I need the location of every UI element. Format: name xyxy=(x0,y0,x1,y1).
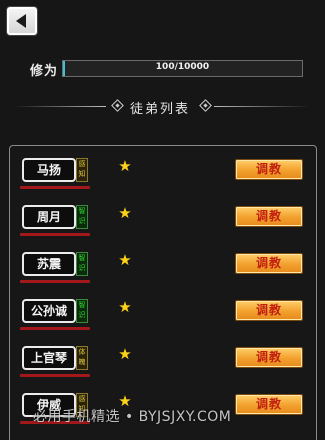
disciple-list: 马扬 感知 ★ 调教 周月 智识 ★ 调教 苏震 智识 ★ 调教 公孙诚 智识 … xyxy=(9,145,317,440)
diamond-ornament-left xyxy=(111,99,124,112)
name-underline xyxy=(20,280,90,283)
aptitude-badge: 智识 xyxy=(76,299,88,323)
section-title: 徒弟列表 xyxy=(130,102,191,117)
cultivation-progress-text: 100/10000 xyxy=(155,62,210,72)
train-button[interactable]: 调教 xyxy=(235,394,303,415)
disciple-name[interactable]: 上官琴 xyxy=(22,346,76,370)
cultivation-progress-bar: 100/10000 xyxy=(62,60,303,77)
watermark-text: 必用手机精选 • BYJSJXY.COM xyxy=(33,409,232,425)
disciple-name[interactable]: 公孙诚 xyxy=(22,299,76,323)
star-icon: ★ xyxy=(118,157,132,175)
star-icon: ★ xyxy=(118,345,132,363)
train-button[interactable]: 调教 xyxy=(235,159,303,180)
back-button[interactable] xyxy=(7,7,37,35)
disciple-name[interactable]: 马扬 xyxy=(22,158,76,182)
disciple-list-screen: 修为 100/10000 徒弟列表 马扬 感知 ★ 调教 周月 智识 ★ 调教 … xyxy=(0,0,325,440)
name-underline xyxy=(20,186,90,189)
star-icon: ★ xyxy=(118,204,132,222)
disciple-name[interactable]: 周月 xyxy=(22,205,76,229)
name-underline xyxy=(20,327,90,330)
disciple-row: 苏震 智识 ★ 调教 xyxy=(10,245,316,292)
disciple-name[interactable]: 苏震 xyxy=(22,252,76,276)
train-button[interactable]: 调教 xyxy=(235,347,303,368)
name-underline xyxy=(20,233,90,236)
star-icon: ★ xyxy=(118,298,132,316)
aptitude-badge: 智识 xyxy=(76,252,88,276)
aptitude-badge: 智识 xyxy=(76,205,88,229)
disciple-row: 周月 智识 ★ 调教 xyxy=(10,198,316,245)
disciple-row: 公孙诚 智识 ★ 调教 xyxy=(10,292,316,339)
train-button[interactable]: 调教 xyxy=(235,253,303,274)
train-button[interactable]: 调教 xyxy=(235,300,303,321)
star-icon: ★ xyxy=(118,251,132,269)
back-arrow-icon xyxy=(16,14,26,28)
train-button[interactable]: 调教 xyxy=(235,206,303,227)
section-divider-left xyxy=(14,106,106,107)
disciple-row: 上官琴 体魄 ★ 调教 xyxy=(10,339,316,386)
name-underline xyxy=(20,374,90,377)
aptitude-badge: 体魄 xyxy=(76,346,88,370)
section-divider-right xyxy=(214,106,310,107)
cultivation-label: 修为 xyxy=(30,64,59,79)
aptitude-badge: 感知 xyxy=(76,158,88,182)
diamond-ornament-right xyxy=(199,99,212,112)
disciple-row: 马扬 感知 ★ 调教 xyxy=(10,151,316,198)
